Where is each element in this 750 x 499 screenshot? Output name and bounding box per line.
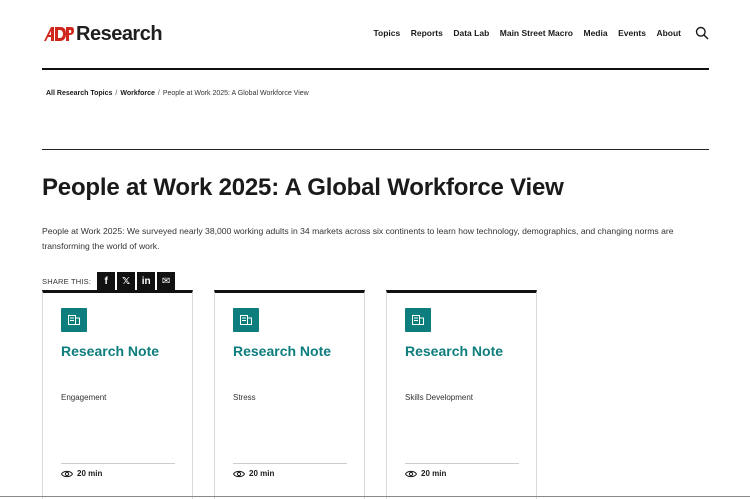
nav-topics[interactable]: Topics <box>373 28 400 38</box>
facebook-icon[interactable]: f <box>97 272 116 290</box>
nav-events[interactable]: Events <box>618 28 646 38</box>
viewport-bottom-border <box>0 496 750 497</box>
logo-text: Research <box>76 23 163 45</box>
breadcrumb-separator: / <box>115 90 118 97</box>
read-time-label: 20 min <box>77 469 103 478</box>
card-divider <box>233 463 347 464</box>
card-type: Research Note <box>405 343 504 359</box>
eye-icon <box>405 470 417 477</box>
read-time-label: 20 min <box>421 469 447 478</box>
nav-data-lab[interactable]: Data Lab <box>453 28 489 38</box>
page-intro: People at Work 2025: We surveyed nearly … <box>42 226 674 251</box>
read-time-label: 20 min <box>249 469 275 478</box>
research-card-skills-development[interactable]: Research Note Skills Development 20 min <box>386 290 537 499</box>
linkedin-icon[interactable]: in <box>137 272 156 290</box>
header-divider <box>42 68 709 70</box>
card-divider <box>61 463 175 464</box>
breadcrumb-separator: / <box>157 90 160 97</box>
email-icon[interactable]: ✉ <box>157 272 176 290</box>
nav-main-street-macro[interactable]: Main Street Macro <box>500 28 573 38</box>
share-bar: SHARE THIS: f 𝕏 in ✉ <box>42 272 177 290</box>
eye-icon <box>233 470 245 477</box>
card-topic: Stress <box>233 393 256 402</box>
card-read-time: 20 min <box>233 469 274 478</box>
x-icon[interactable]: 𝕏 <box>117 272 136 290</box>
section-divider <box>42 149 709 150</box>
document-icon <box>233 308 259 332</box>
breadcrumb: All Research Topics / Workforce / People at … <box>46 90 309 97</box>
main-nav: Topics Reports Data Lab Main Street Macr… <box>363 26 709 40</box>
nav-media[interactable]: Media <box>583 28 607 38</box>
research-card-engagement[interactable]: Research Note Engagement 20 min <box>42 290 193 499</box>
nav-about[interactable]: About <box>656 28 681 38</box>
card-divider <box>405 463 519 464</box>
share-label: SHARE THIS: <box>42 276 92 286</box>
card-topic: Skills Development <box>405 393 474 402</box>
adp-logo-mark <box>42 25 74 43</box>
search-icon[interactable] <box>695 26 709 40</box>
document-icon <box>61 308 87 332</box>
card-read-time: 20 min <box>405 469 446 478</box>
nav-reports[interactable]: Reports <box>411 28 443 38</box>
site-header: Research Topics Reports Data Lab Main St… <box>42 18 709 50</box>
card-type: Research Note <box>61 343 160 359</box>
card-read-time: 20 min <box>61 469 102 478</box>
eye-icon <box>61 470 73 477</box>
card-type: Research Note <box>233 343 332 359</box>
breadcrumb-current: People at Work 2025: A Global Workforce … <box>162 90 309 97</box>
breadcrumb-workforce[interactable]: Workforce <box>120 90 155 97</box>
card-topic: Engagement <box>61 393 107 402</box>
document-icon <box>405 308 431 332</box>
research-card-stress[interactable]: Research Note Stress 20 min <box>214 290 365 499</box>
adp-research-logo[interactable]: Research <box>42 22 163 46</box>
page-title: People at Work 2025: A Global Workforce … <box>42 174 564 201</box>
breadcrumb-all-research-topics[interactable]: All Research Topics <box>46 90 112 97</box>
